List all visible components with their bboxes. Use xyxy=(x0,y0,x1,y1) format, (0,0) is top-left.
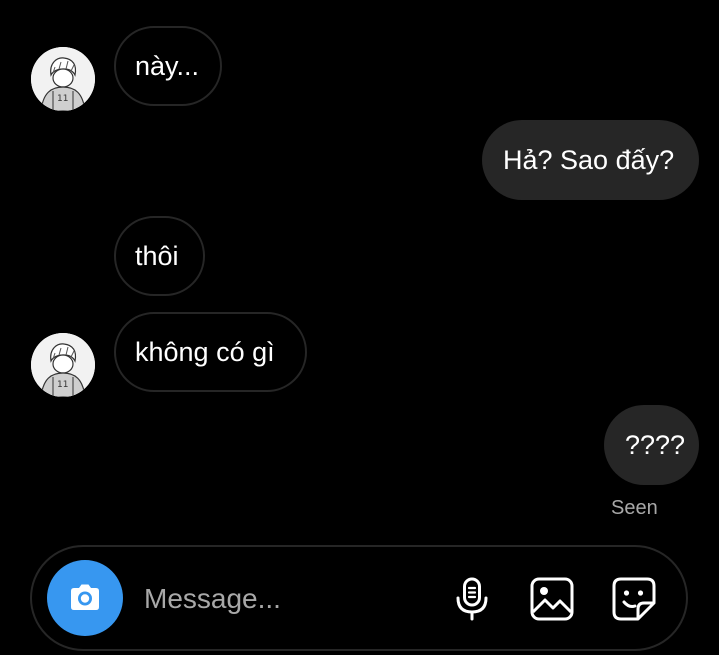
avatar-image: 11 xyxy=(31,333,95,397)
message-composer xyxy=(30,545,688,651)
sent-message-bubble[interactable]: Hả? Sao đấy? xyxy=(482,120,699,200)
received-message-bubble[interactable]: không có gì xyxy=(114,312,307,392)
sticker-icon xyxy=(612,577,656,621)
contact-avatar[interactable]: 11 xyxy=(31,47,95,111)
received-message-bubble[interactable]: này... xyxy=(114,26,222,106)
seen-status: Seen xyxy=(611,497,658,519)
message-text: thôi xyxy=(135,241,179,271)
sticker-button[interactable] xyxy=(610,575,658,623)
message-text: này... xyxy=(135,51,200,81)
camera-button[interactable] xyxy=(47,560,123,636)
received-message-bubble[interactable]: thôi xyxy=(114,216,205,296)
voice-message-button[interactable] xyxy=(448,575,496,623)
gallery-button[interactable] xyxy=(528,575,576,623)
contact-avatar[interactable]: 11 xyxy=(31,333,95,397)
message-input[interactable] xyxy=(144,577,424,621)
svg-text:11: 11 xyxy=(57,380,68,390)
message-text: Hả? Sao đấy? xyxy=(503,145,675,175)
message-text: ???? xyxy=(625,430,686,460)
sent-message-bubble[interactable]: ???? xyxy=(604,405,699,485)
gallery-icon xyxy=(530,577,574,621)
camera-icon xyxy=(71,584,99,610)
svg-text:11: 11 xyxy=(57,94,68,104)
avatar-image: 11 xyxy=(31,47,95,111)
message-text: không có gì xyxy=(135,337,275,367)
microphone-icon xyxy=(456,577,488,621)
